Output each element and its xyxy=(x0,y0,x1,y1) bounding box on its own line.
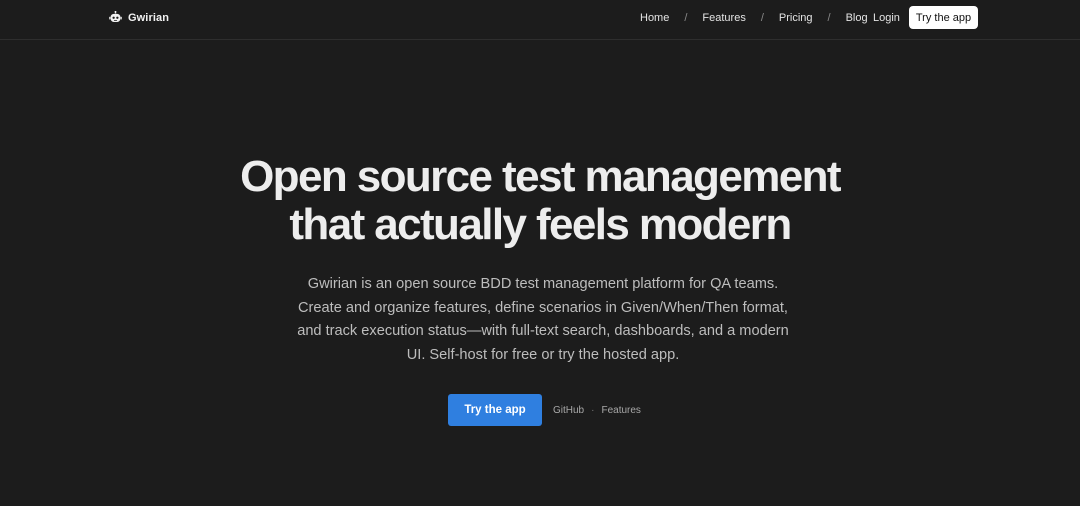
hero-title-line-1: Open source test management xyxy=(240,152,841,201)
login-link[interactable]: Login xyxy=(873,12,900,24)
main-nav: Home / Features / Pricing / Blog xyxy=(640,12,868,24)
brand-name: Gwirian xyxy=(128,11,170,24)
hero-title-line-2: that actually feels modern xyxy=(289,200,792,249)
top-navigation-bar: Gwirian Home / Features / Pricing / Blog… xyxy=(0,0,1080,40)
features-link[interactable]: Features xyxy=(601,405,640,416)
hero-try-app-button[interactable]: Try the app xyxy=(448,394,542,426)
link-separator: · xyxy=(591,404,595,416)
nav-link-pricing[interactable]: Pricing xyxy=(779,12,813,24)
nav-link-home[interactable]: Home xyxy=(640,12,669,24)
nav-separator: / xyxy=(827,12,831,24)
hero-description: Gwirian is an open source BDD test manag… xyxy=(297,276,789,363)
header-try-app-button[interactable]: Try the app xyxy=(909,6,978,29)
nav-separator: / xyxy=(760,12,764,24)
hero-secondary-links: GitHub · Features xyxy=(553,405,641,416)
hero-title: Open source test management that actuall… xyxy=(0,153,1080,249)
nav-separator: / xyxy=(684,12,688,24)
brand-logo-link[interactable]: Gwirian xyxy=(109,11,169,24)
landing-page: Gwirian Home / Features / Pricing / Blog… xyxy=(0,0,1080,506)
robot-icon xyxy=(109,11,122,22)
github-link[interactable]: GitHub xyxy=(553,405,584,416)
hero-cta-row: Try the app GitHub · Features xyxy=(448,394,641,426)
nav-link-features[interactable]: Features xyxy=(702,12,745,24)
nav-link-blog[interactable]: Blog xyxy=(846,12,868,24)
